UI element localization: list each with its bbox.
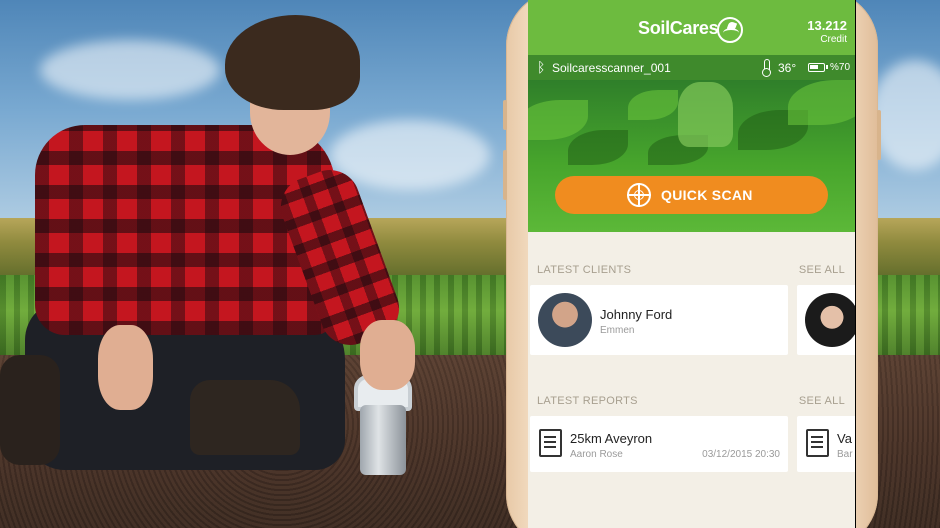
brand-logo-text: SoilCares — [638, 18, 719, 38]
soilcares-logo-icon — [717, 17, 743, 43]
latest-reports-title: LATEST REPORTS — [537, 395, 638, 407]
leaf — [788, 80, 855, 125]
battery-icon — [808, 63, 828, 72]
clients-see-all-link[interactable]: SEE ALL — [799, 264, 845, 276]
battery-fill — [810, 65, 818, 69]
latest-clients-title: LATEST CLIENTS — [537, 264, 632, 276]
report-document-icon — [806, 429, 829, 457]
phone-side-button — [877, 110, 881, 160]
reports-see-all-link[interactable]: SEE ALL — [799, 395, 845, 407]
credit-label: Credit — [820, 34, 847, 45]
soil-scanner-device — [354, 375, 412, 475]
avatar — [805, 293, 855, 347]
report-card[interactable]: 25km Aveyron Aaron Rose 03/12/2015 20:30 — [530, 416, 788, 472]
device-name: Soilcaresscanner_001 — [552, 61, 671, 75]
quick-scan-button[interactable]: QUICK SCAN — [555, 176, 828, 214]
farmer-hair — [225, 15, 360, 110]
avatar — [538, 293, 592, 347]
battery-percent: %70 — [830, 62, 851, 73]
farmer-boot — [190, 380, 300, 455]
report-title: Va — [837, 431, 852, 446]
quick-scan-label: QUICK SCAN — [661, 187, 753, 203]
crosshair-scan-icon — [627, 183, 651, 207]
client-location: Emmen — [600, 325, 635, 336]
farmer-hand — [360, 320, 415, 390]
app-screen: SoilCares 13.212 Credit ᛒ Soilcaresscann… — [528, 0, 855, 528]
client-card[interactable]: Johnny Ford Emmen — [530, 285, 788, 355]
phone-side-button — [503, 100, 507, 130]
leaf — [528, 100, 588, 140]
report-author: Aaron Rose — [570, 449, 623, 460]
field-worker-silhouette — [678, 82, 733, 147]
phone-side-button — [503, 150, 507, 200]
crosshair-ring — [634, 190, 644, 200]
bluetooth-icon: ᛒ — [537, 59, 546, 75]
report-document-icon — [539, 429, 562, 457]
hero-banner: QUICK SCAN — [528, 80, 855, 232]
credit-value: 13.212 — [807, 18, 847, 33]
device-status-bar[interactable]: ᛒ Soilcaresscanner_001 36° %70 — [528, 55, 855, 80]
thermometer-icon — [762, 59, 771, 77]
report-title: 25km Aveyron — [570, 431, 653, 446]
report-author: Bar — [837, 449, 853, 460]
client-card[interactable] — [797, 285, 855, 355]
leaf — [568, 130, 628, 165]
temperature-value: 36° — [778, 61, 797, 75]
client-name: Johnny Ford — [600, 307, 673, 322]
report-card[interactable]: Va Bar — [797, 416, 855, 472]
report-date: 03/12/2015 20:30 — [702, 449, 780, 460]
farmer-hand — [98, 325, 153, 410]
farmer-figure — [0, 0, 470, 528]
leaf — [628, 90, 678, 120]
scanner-body — [360, 405, 406, 475]
app-header: SoilCares 13.212 Credit — [528, 0, 855, 55]
farmer-boot — [0, 355, 60, 465]
